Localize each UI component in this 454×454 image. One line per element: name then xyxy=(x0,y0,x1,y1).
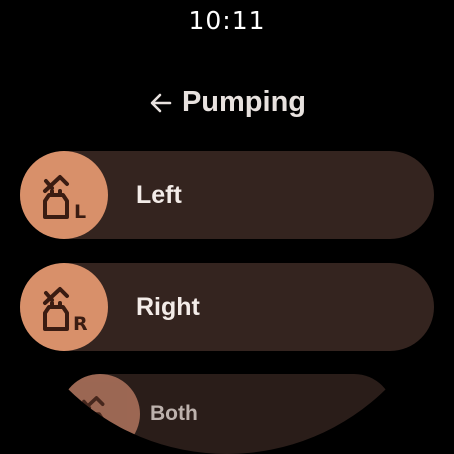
breast-pump-both-icon xyxy=(60,374,140,454)
option-right-button[interactable]: R Right xyxy=(20,263,434,351)
page-header: Pumping xyxy=(0,86,454,119)
watch-screen: 10:11 Pumping L Left R Right Both xyxy=(0,0,454,454)
option-both-button[interactable]: Both xyxy=(60,374,394,454)
option-left-button[interactable]: L Left xyxy=(20,151,434,239)
option-label: Left xyxy=(136,180,182,209)
left-badge: L xyxy=(74,201,86,223)
option-label: Right xyxy=(136,292,200,321)
option-label: Both xyxy=(150,402,198,425)
page-title: Pumping xyxy=(181,86,307,118)
right-badge: R xyxy=(73,313,88,335)
status-time: 10:11 xyxy=(188,6,266,35)
arrow-left-icon[interactable] xyxy=(148,90,174,116)
breast-pump-left-icon: L xyxy=(20,151,108,239)
breast-pump-right-icon: R xyxy=(20,263,108,351)
